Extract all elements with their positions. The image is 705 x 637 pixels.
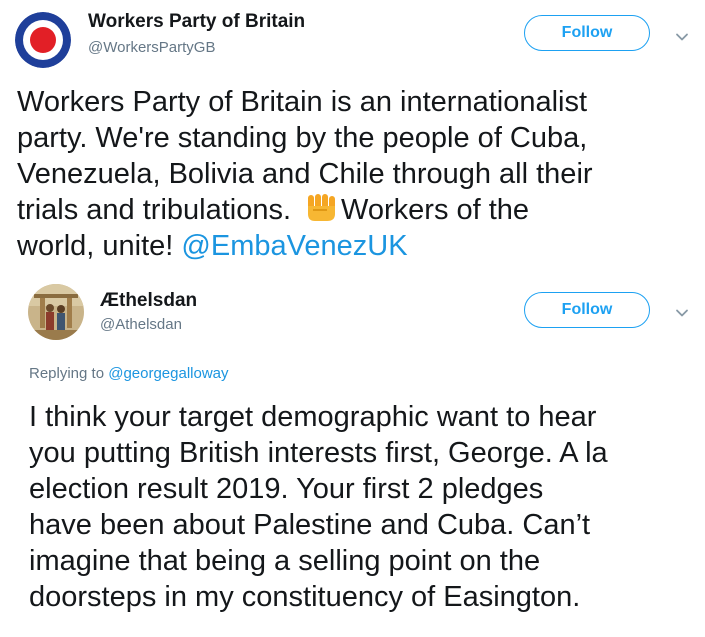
tweet-text-line: Venezuela, Bolivia and Chile through all…	[17, 158, 593, 190]
chevron-down-icon[interactable]	[675, 306, 689, 320]
roundel-icon	[15, 12, 71, 68]
avatar[interactable]	[15, 12, 71, 68]
tweet-text-line: party. We're standing by the people of C…	[17, 122, 588, 154]
painting-avatar-icon	[28, 284, 84, 340]
tweet-text-segment: Workers of the	[341, 194, 530, 226]
follow-button[interactable]: Follow	[524, 15, 650, 51]
display-name[interactable]: Æthelsdan	[100, 290, 197, 312]
chevron-down-icon[interactable]	[675, 30, 689, 44]
replying-to: Replying to @georgegalloway	[29, 365, 229, 382]
tweet-text: Workers Party of Britain is an internati…	[17, 84, 697, 264]
tweet-text: I think your target demographic want to …	[29, 399, 699, 615]
replying-to-label: Replying to	[29, 365, 109, 382]
tweet-text-line: world, unite! @EmbaVenezUK	[17, 228, 697, 264]
tweet-text-segment: trials and tribulations.	[17, 194, 292, 226]
tweet-text-line: doorsteps in my constituency of Easingto…	[29, 581, 581, 613]
avatar[interactable]	[28, 284, 84, 340]
raised-fist-icon	[308, 194, 336, 221]
user-handle[interactable]: @WorkersPartyGB	[88, 39, 215, 56]
display-name[interactable]: Workers Party of Britain	[88, 11, 305, 33]
tweet-text-line: election result 2019. Your first 2 pledg…	[29, 473, 544, 505]
user-handle[interactable]: @Athelsdan	[100, 316, 182, 333]
follow-button[interactable]: Follow	[524, 292, 650, 328]
tweet-text-line: imagine that being a selling point on th…	[29, 545, 541, 577]
tweet-text-segment: world, unite!	[17, 230, 182, 262]
tweet-text-line: trials and tribulations. Workers of the	[17, 192, 697, 228]
tweet-text-line: you putting British interests first, Geo…	[29, 437, 608, 469]
tweet-text-line: I think your target demographic want to …	[29, 401, 597, 433]
tweet-workers-party: Workers Party of Britain @WorkersPartyGB…	[0, 0, 705, 278]
tweet-text-line: have been about Palestine and Cuba. Can’…	[29, 509, 591, 541]
mention-link[interactable]: @EmbaVenezUK	[181, 230, 407, 262]
mention-link[interactable]: @georgegalloway	[108, 365, 228, 382]
tweet-text-line: Workers Party of Britain is an internati…	[17, 86, 588, 118]
